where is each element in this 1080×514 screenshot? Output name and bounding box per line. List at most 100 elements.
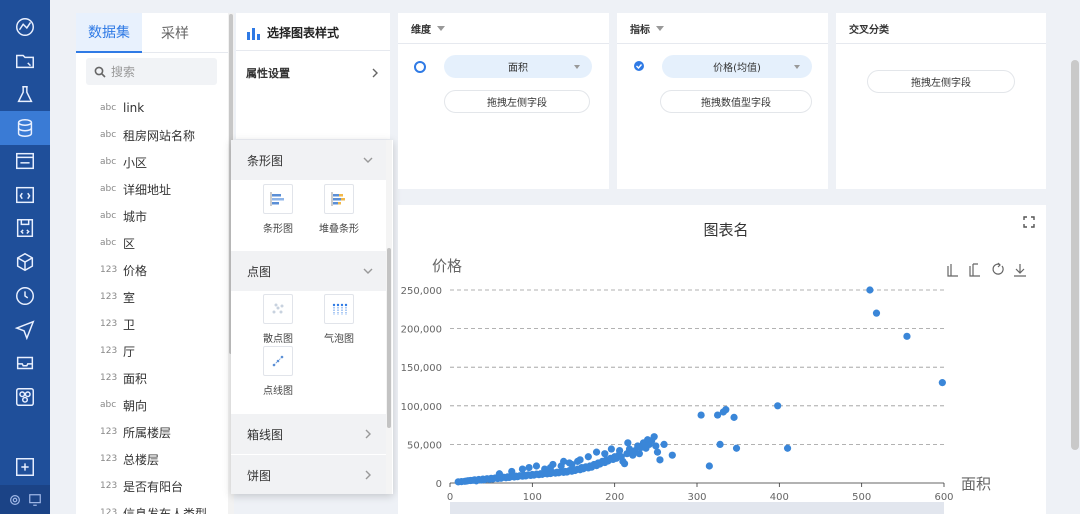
field-item[interactable]: abc 详细地址 <box>100 180 171 198</box>
metric-drop-zone[interactable]: 拖拽数值型字段 <box>660 90 812 113</box>
dimension-header[interactable]: 维度 <box>398 13 609 44</box>
data-point[interactable] <box>866 286 874 294</box>
data-point[interactable] <box>592 448 601 456</box>
nav-add-icon[interactable] <box>0 450 50 484</box>
data-point[interactable] <box>601 450 609 458</box>
nav-modules-icon[interactable] <box>0 380 50 414</box>
data-point[interactable] <box>732 444 741 452</box>
category-pie[interactable]: 饼图 <box>231 455 387 494</box>
data-point[interactable] <box>730 413 738 421</box>
nav-folder-icon[interactable] <box>0 44 50 78</box>
field-item[interactable]: abc 区 <box>100 234 135 252</box>
data-point[interactable] <box>656 456 664 464</box>
data-point[interactable] <box>525 463 533 472</box>
data-point[interactable] <box>697 411 705 419</box>
data-point[interactable] <box>518 465 527 473</box>
nav-sql-icon[interactable] <box>0 144 50 178</box>
zoom-select-icon[interactable] <box>947 264 958 277</box>
bar-chart-option-icon[interactable] <box>263 184 293 214</box>
field-item[interactable]: 123 信息发布人类型 <box>100 504 207 514</box>
data-point[interactable] <box>624 439 632 447</box>
chart-list-scroll-thumb[interactable] <box>387 248 391 428</box>
dimension-drop-zone[interactable]: 拖拽左侧字段 <box>444 90 590 113</box>
data-point[interactable] <box>716 440 724 448</box>
data-point[interactable] <box>616 446 624 455</box>
zoom-reset-icon[interactable] <box>969 263 980 277</box>
field-item[interactable]: 123 总楼层 <box>100 450 159 468</box>
field-item[interactable]: abc 朝向 <box>100 396 147 414</box>
data-point[interactable] <box>584 453 592 461</box>
data-point[interactable] <box>705 462 713 470</box>
nav-code-icon[interactable] <box>0 178 50 212</box>
data-point[interactable] <box>495 470 503 478</box>
data-point[interactable] <box>722 406 730 414</box>
settings-icon[interactable] <box>8 493 22 507</box>
dot-line-option-label: 点线图 <box>263 386 293 397</box>
data-point[interactable] <box>938 379 946 387</box>
nav-cube-icon[interactable] <box>0 245 50 279</box>
check-circle-icon[interactable] <box>633 60 645 72</box>
data-point[interactable] <box>872 309 881 317</box>
field-item[interactable]: 123 厅 <box>100 342 135 360</box>
field-item[interactable]: abc link <box>100 99 144 117</box>
monitor-icon[interactable] <box>28 493 42 507</box>
field-item[interactable]: abc 小区 <box>100 153 147 171</box>
page-scrollbar[interactable] <box>1071 60 1079 450</box>
data-point[interactable] <box>574 457 582 465</box>
tab-sample[interactable]: 采样 <box>142 13 208 53</box>
metric-field-pill[interactable]: 价格(均值) <box>662 55 812 78</box>
nav-database-icon[interactable] <box>0 111 50 145</box>
data-point[interactable] <box>653 448 662 456</box>
data-point[interactable] <box>635 450 643 458</box>
data-point[interactable] <box>607 445 615 453</box>
fullscreen-icon[interactable] <box>1022 215 1036 229</box>
data-point[interactable] <box>508 467 516 476</box>
data-zoom-slider[interactable] <box>450 502 944 514</box>
data-point[interactable] <box>774 402 782 410</box>
dimension-field-pill[interactable]: 面积 <box>444 55 592 78</box>
field-item[interactable]: 123 室 <box>100 288 135 306</box>
field-item[interactable]: 123 面积 <box>100 369 147 387</box>
download-icon[interactable] <box>1014 264 1026 277</box>
restore-icon[interactable] <box>992 262 1004 275</box>
field-item[interactable]: 123 是否有阳台 <box>100 477 183 495</box>
nav-flask-icon[interactable] <box>0 78 50 112</box>
data-point[interactable] <box>903 332 911 340</box>
search-input[interactable]: 搜索 <box>86 58 217 85</box>
nav-clock-icon[interactable] <box>0 279 50 313</box>
nav-send-icon[interactable] <box>0 312 50 346</box>
cross-drop-zone[interactable]: 拖拽左侧字段 <box>867 70 1015 93</box>
data-point[interactable] <box>557 462 565 470</box>
tab-dataset[interactable]: 数据集 <box>76 13 142 53</box>
bubble-option-icon[interactable] <box>324 294 354 324</box>
stacked-bar-option-icon[interactable] <box>324 184 354 214</box>
nav-save-code-icon[interactable] <box>0 211 50 245</box>
nav-logo-icon[interactable] <box>0 10 50 44</box>
nav-inbox-icon[interactable] <box>0 346 50 380</box>
field-name: 厅 <box>123 344 136 359</box>
scatter-option-icon[interactable] <box>263 294 293 324</box>
field-item[interactable]: 123 所属楼层 <box>100 423 171 441</box>
data-point[interactable] <box>620 460 629 468</box>
field-item[interactable]: abc 城市 <box>100 207 147 225</box>
data-point[interactable] <box>565 459 573 467</box>
x-tick-label: 400 <box>770 492 789 503</box>
data-point[interactable] <box>660 440 668 448</box>
field-item[interactable]: 123 价格 <box>100 261 147 279</box>
data-point[interactable] <box>783 444 792 452</box>
data-point[interactable] <box>668 451 676 459</box>
attribute-settings-row[interactable]: 属性设置 <box>246 65 380 81</box>
data-point[interactable] <box>549 460 557 469</box>
category-bar[interactable]: 条形图 <box>231 140 387 180</box>
category-boxplot[interactable]: 箱线图 <box>231 414 387 454</box>
data-point[interactable] <box>650 433 658 441</box>
category-dot[interactable]: 点图 <box>231 251 387 291</box>
metric-header[interactable]: 指标 <box>617 13 828 44</box>
field-item[interactable]: 123 卫 <box>100 315 135 333</box>
dot-line-option-icon[interactable] <box>263 346 293 376</box>
data-point[interactable] <box>532 462 541 470</box>
field-item[interactable]: abc 租房网站名称 <box>100 126 195 144</box>
data-point[interactable] <box>652 442 660 450</box>
radio-icon[interactable] <box>414 61 426 73</box>
data-point[interactable] <box>541 465 549 473</box>
